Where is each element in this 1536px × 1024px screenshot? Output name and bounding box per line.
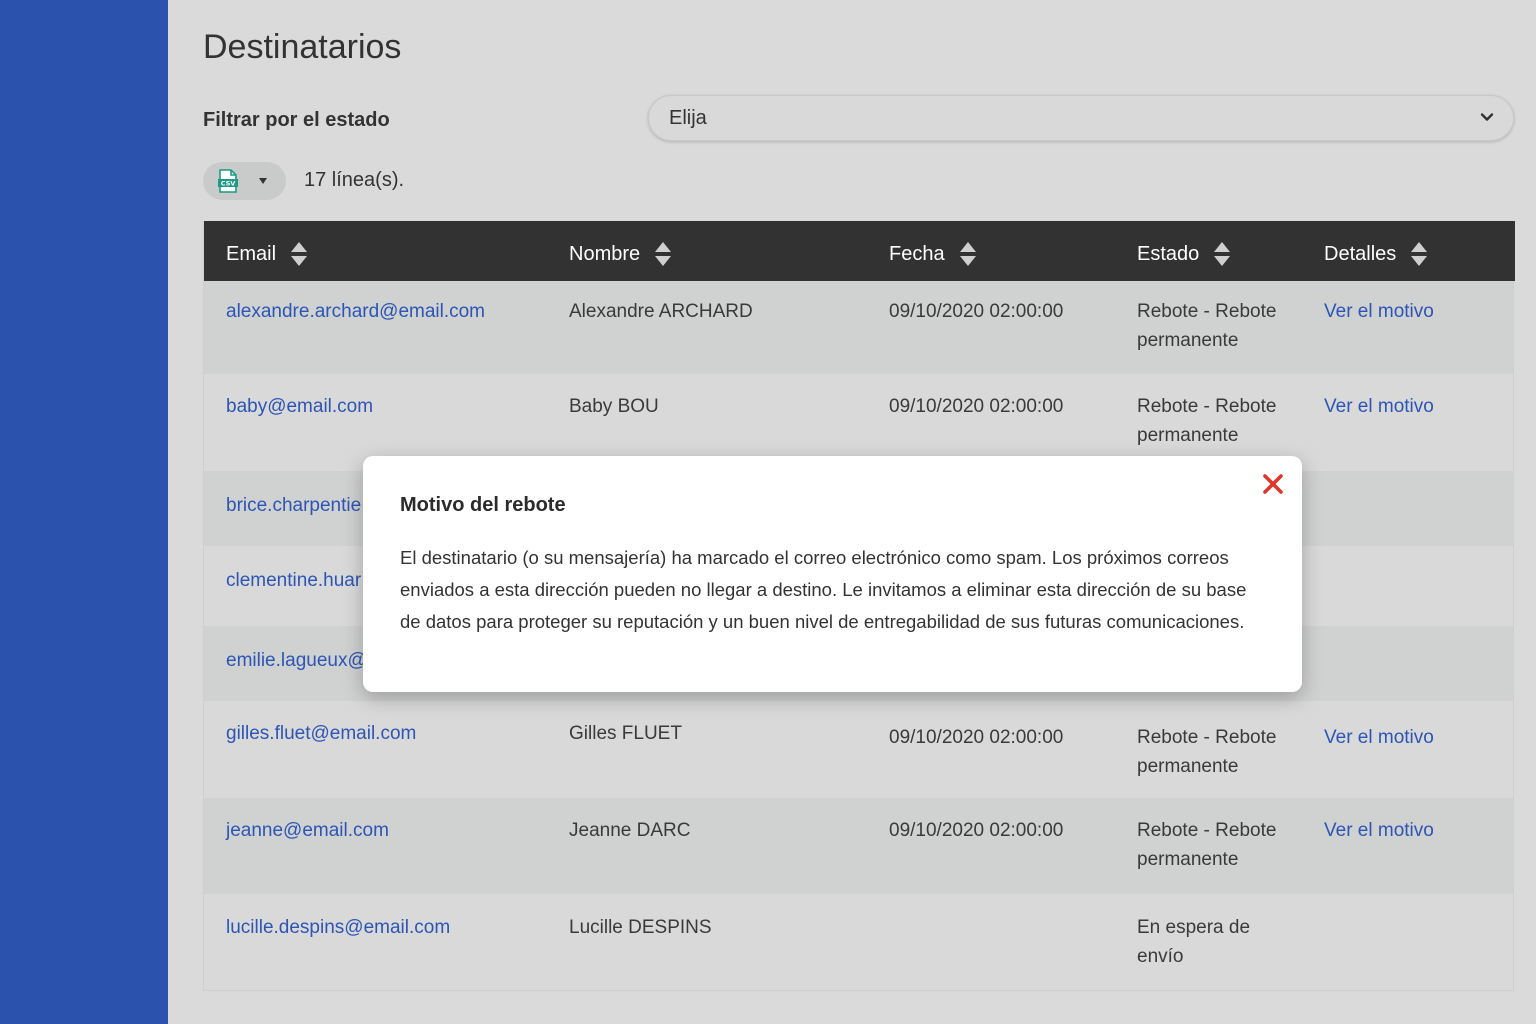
line-count: 17 línea(s).: [304, 169, 405, 191]
modal-title: Motivo del rebote: [400, 494, 566, 516]
status-line: Rebote - Rebote: [1137, 820, 1277, 841]
recipient-status: Rebote - Rebote permanente: [1137, 392, 1297, 450]
email-link[interactable]: clementine.huar: [226, 566, 361, 595]
status-line: Rebote - Rebote: [1137, 727, 1277, 748]
modal-body-line: enviados a esta dirección pueden no lleg…: [400, 579, 1247, 600]
table-row: gilles.fluet@email.com Gilles FLUET 09/1…: [204, 701, 1513, 798]
column-header-estado[interactable]: Estado: [1137, 241, 1231, 267]
column-header-label: Detalles: [1324, 242, 1397, 265]
email-link[interactable]: gilles.fluet@email.com: [226, 719, 416, 748]
status-line: permanente: [1137, 425, 1239, 446]
view-reason-link[interactable]: Ver el motivo: [1324, 297, 1434, 326]
status-line: permanente: [1137, 849, 1239, 870]
status-filter-value: Elija: [669, 107, 707, 129]
column-header-label: Email: [226, 242, 277, 265]
filter-label: Filtrar por el estado: [203, 109, 390, 131]
status-line: Rebote - Rebote: [1137, 396, 1277, 417]
status-line: envío: [1137, 946, 1184, 967]
page-title: Destinatarios: [203, 28, 402, 66]
column-header-email[interactable]: Email: [226, 241, 308, 267]
close-icon[interactable]: [1261, 472, 1285, 496]
view-reason-link[interactable]: Ver el motivo: [1324, 723, 1434, 752]
sort-icon: [291, 242, 308, 266]
sidebar: [0, 0, 168, 1024]
sort-icon: [959, 242, 976, 266]
csv-file-icon: CSV: [218, 169, 238, 193]
email-link[interactable]: baby@email.com: [226, 392, 373, 421]
email-link[interactable]: brice.charpentie: [226, 491, 361, 520]
view-reason-link[interactable]: Ver el motivo: [1324, 816, 1434, 845]
recipient-status: En espera de envío: [1137, 913, 1297, 971]
column-header-fecha[interactable]: Fecha: [889, 241, 977, 267]
status-line: Rebote - Rebote: [1137, 301, 1277, 322]
status-line: permanente: [1137, 756, 1239, 777]
recipient-status: Rebote - Rebote permanente: [1137, 723, 1297, 781]
view-reason-link[interactable]: Ver el motivo: [1324, 392, 1434, 421]
svg-text:CSV: CSV: [221, 180, 236, 188]
sort-icon: [1214, 242, 1231, 266]
column-header-label: Nombre: [569, 242, 641, 265]
bounce-reason-modal: Motivo del rebote El destinatario (o su …: [363, 456, 1302, 692]
status-line: En espera de: [1137, 917, 1251, 938]
recipient-date: 09/10/2020 02:00:00: [889, 301, 1064, 322]
table-row: jeanne@email.com Jeanne DARC 09/10/2020 …: [204, 798, 1513, 894]
column-header-label: Fecha: [889, 242, 945, 265]
recipient-date: 09/10/2020 02:00:00: [889, 727, 1064, 748]
email-link[interactable]: lucille.despins@email.com: [226, 913, 450, 942]
table-row: alexandre.archard@email.com Alexandre AR…: [204, 281, 1513, 374]
recipient-date: 09/10/2020 02:00:00: [889, 396, 1064, 417]
status-filter-select[interactable]: Elija: [648, 95, 1514, 141]
column-header-label: Estado: [1137, 242, 1200, 265]
recipient-name: Jeanne DARC: [569, 820, 691, 841]
recipient-status: Rebote - Rebote permanente: [1137, 297, 1297, 355]
email-link[interactable]: jeanne@email.com: [226, 816, 389, 845]
csv-export-button[interactable]: CSV: [203, 162, 286, 200]
table-row: lucille.despins@email.com Lucille DESPIN…: [204, 894, 1513, 990]
chevron-down-icon: [1480, 113, 1494, 121]
recipient-name: Baby BOU: [569, 396, 659, 417]
recipient-name: Gilles FLUET: [569, 723, 682, 744]
email-link[interactable]: emilie.lagueux@: [226, 646, 367, 675]
email-link[interactable]: alexandre.archard@email.com: [226, 297, 485, 326]
caret-down-icon: [259, 178, 267, 184]
recipient-name: Lucille DESPINS: [569, 917, 712, 938]
column-header-nombre[interactable]: Nombre: [569, 241, 672, 267]
modal-body: El destinatario (o su mensajería) ha mar…: [400, 542, 1260, 638]
modal-body-line: El destinatario (o su mensajería) ha mar…: [400, 547, 1229, 568]
recipient-date: 09/10/2020 02:00:00: [889, 820, 1064, 841]
sort-icon: [655, 242, 672, 266]
status-line: permanente: [1137, 330, 1239, 351]
table-header: Email Nombre Fecha Estado Detalles: [204, 221, 1515, 281]
recipient-name: Alexandre ARCHARD: [569, 301, 753, 322]
sort-icon: [1411, 242, 1428, 266]
recipient-status: Rebote - Rebote permanente: [1137, 816, 1297, 874]
modal-body-line: de datos para proteger su reputación y u…: [400, 611, 1245, 632]
column-header-detalles[interactable]: Detalles: [1324, 241, 1428, 267]
